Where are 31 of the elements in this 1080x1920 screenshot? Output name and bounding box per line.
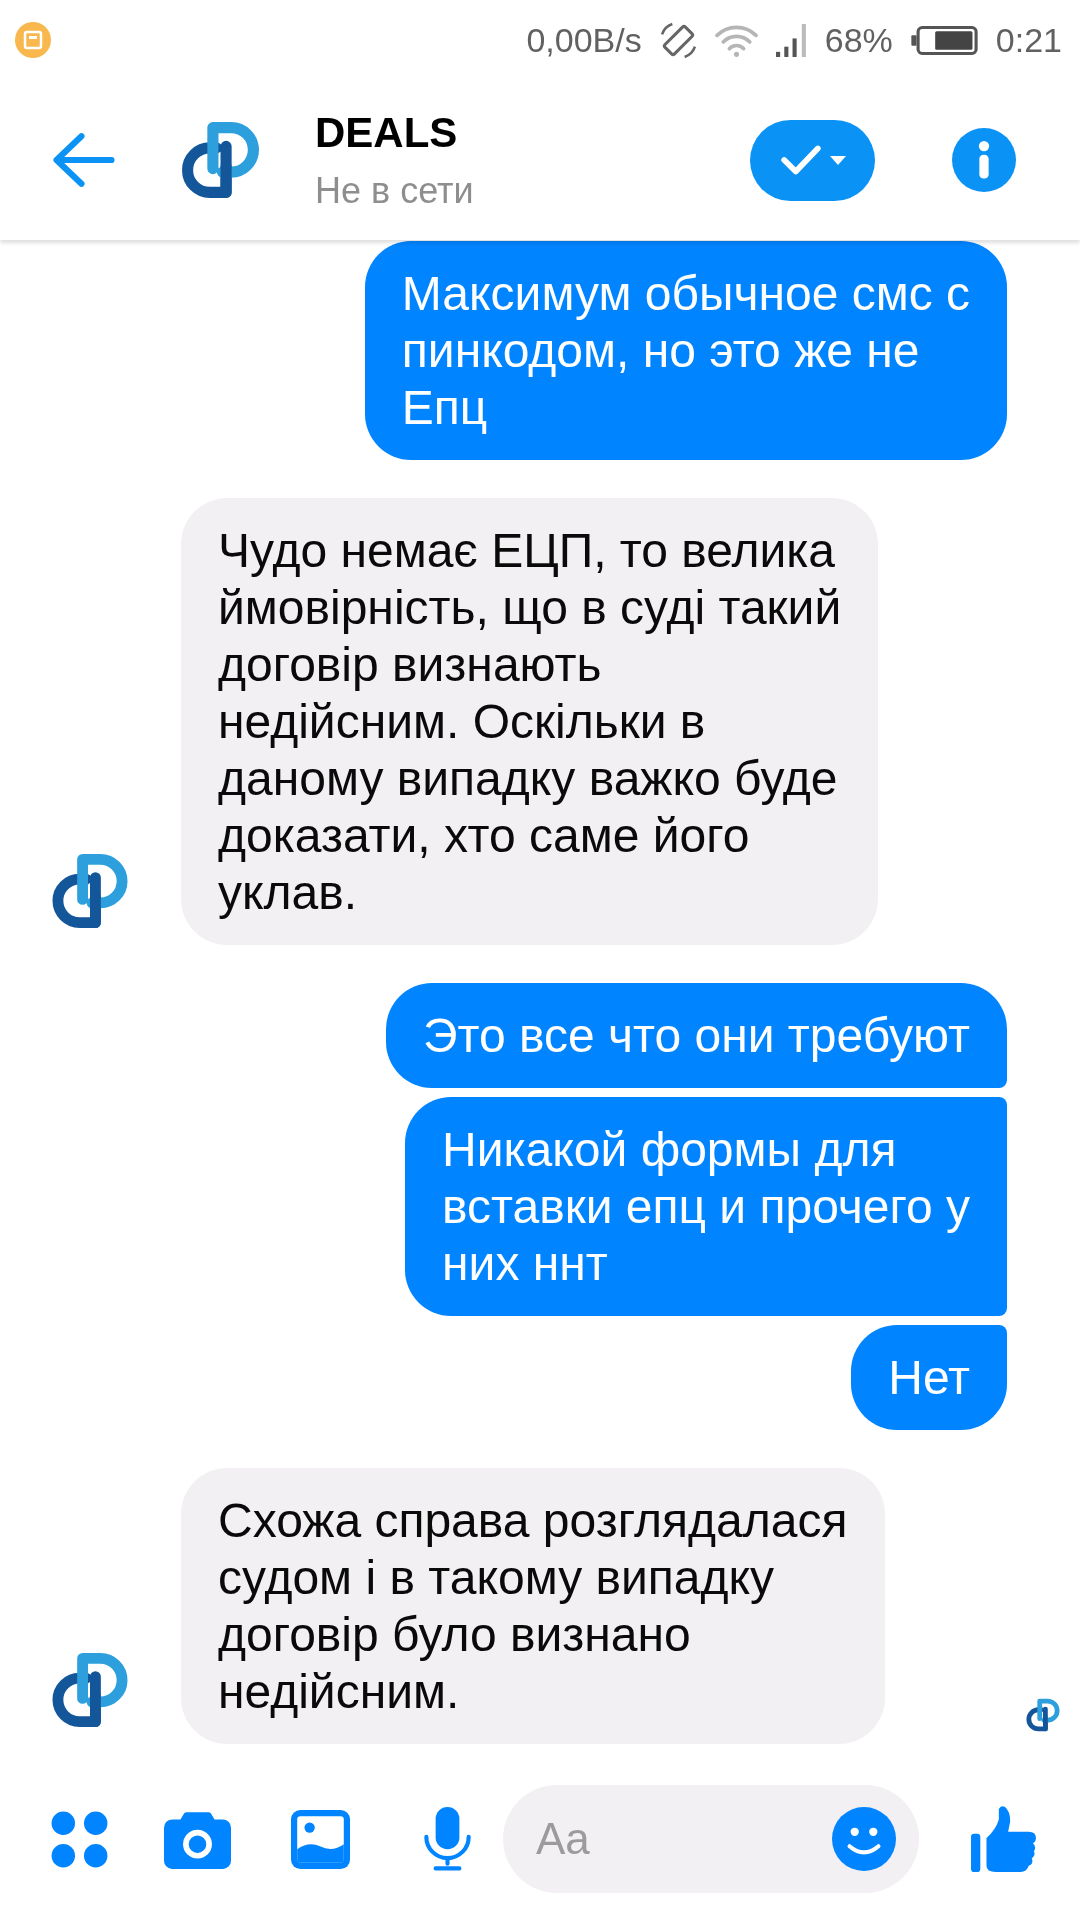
message-field[interactable]: Aa [503, 1785, 919, 1893]
emoji-icon[interactable] [832, 1807, 896, 1871]
image-icon[interactable] [291, 1809, 350, 1869]
camera-icon[interactable] [164, 1809, 231, 1869]
thumbs-up-icon[interactable] [971, 1805, 1037, 1873]
contact-status: Не в сети [315, 170, 475, 211]
notification-icon [15, 22, 51, 58]
network-speed: 0,00B/s [526, 23, 642, 57]
message-text: Нет [888, 1350, 970, 1406]
message-text: Никакой формы для вставки епц и прочего у них ннт [442, 1122, 970, 1292]
message-input[interactable]: Aa [536, 1806, 832, 1872]
clock-time: 0:21 [995, 23, 1062, 57]
logo-icon [51, 1652, 129, 1728]
message-text: Чудо немає ЕЦП, то велика ймовірність, що в суді такий договір визнають недійсним. Оскільки в даному випадку важко буде доказати, хто саме його уклав. [218, 523, 842, 921]
signal-icon [775, 23, 807, 57]
microphone-icon[interactable] [423, 1807, 472, 1871]
back-icon[interactable] [51, 131, 116, 189]
battery-percent: 68% [824, 23, 893, 57]
four-dots-icon[interactable] [51, 1810, 108, 1868]
message-text: Схожа справа розглядалася судом і в такому випадку договір було визнано недійсним. [218, 1493, 848, 1720]
battery-icon [910, 25, 978, 55]
logo-icon [181, 121, 260, 199]
message-text: Это все что они требуют [423, 1008, 970, 1064]
caret-icon [829, 155, 846, 165]
info-icon[interactable] [952, 128, 1016, 192]
check-icon [779, 144, 822, 176]
wifi-icon [714, 23, 758, 57]
screen-rotation-icon [659, 21, 697, 59]
contact-name: DEALS [315, 109, 459, 156]
logo-icon [51, 853, 129, 929]
message-text: Максимум обычное смс с пинкодом, но это же не Епц [401, 266, 970, 436]
